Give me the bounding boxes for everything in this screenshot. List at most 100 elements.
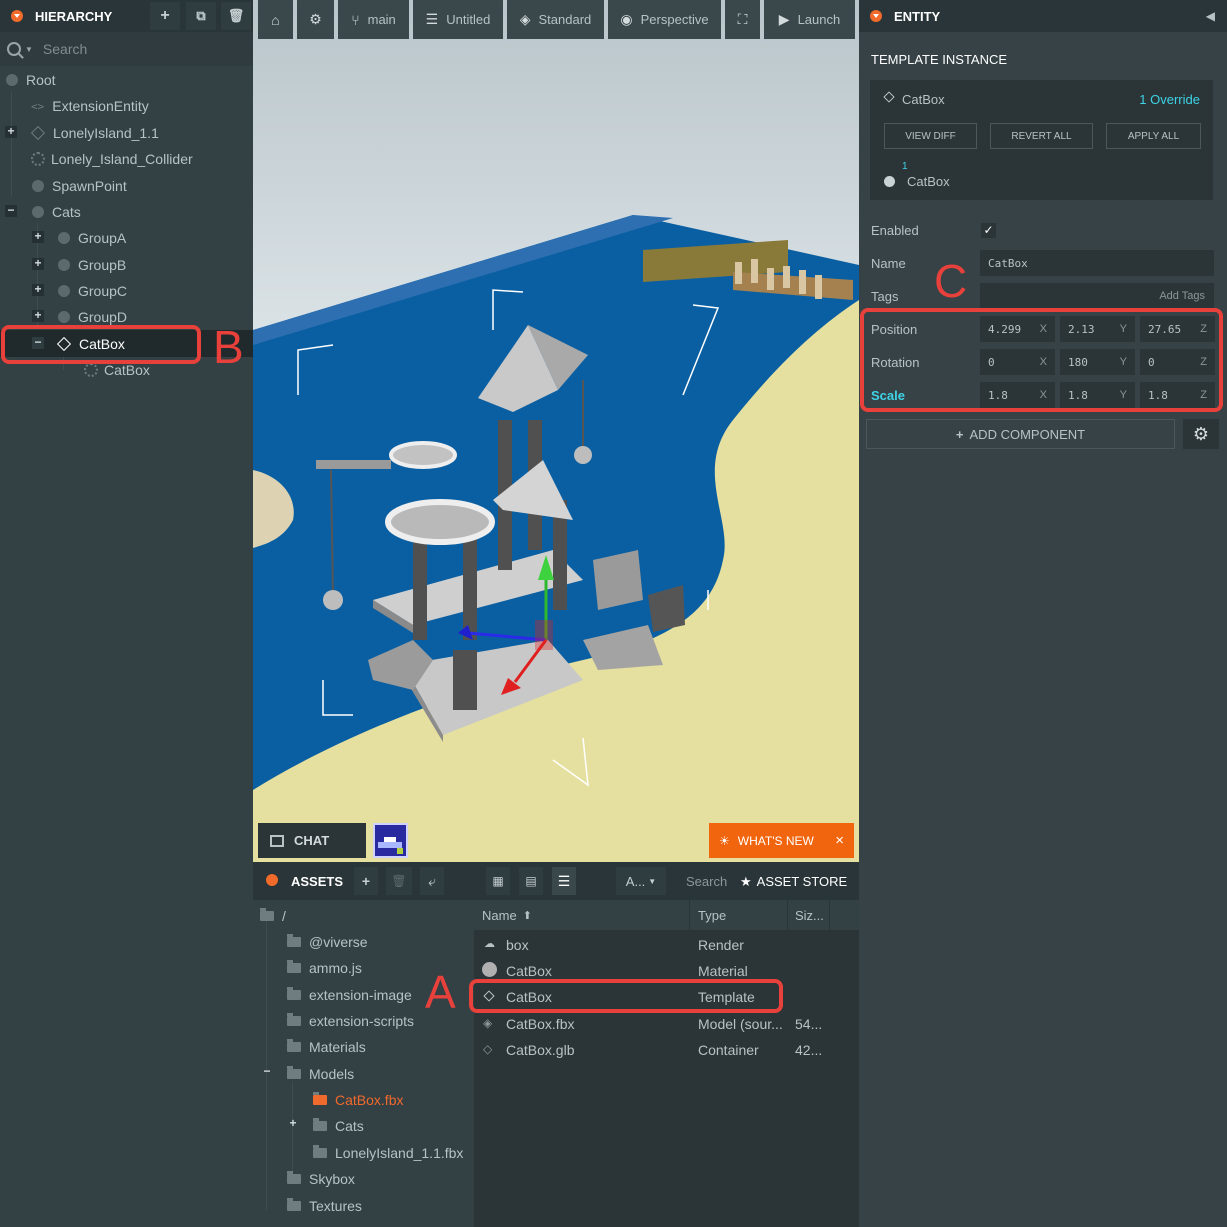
viewport[interactable]: ⌂ ⚙ ⑂ main ☰ Untitled ◈ Standard ◉ Perspecti… [253, 0, 859, 862]
folder-textures[interactable]: Textures [287, 1194, 362, 1218]
type-column-header[interactable]: Type [690, 900, 788, 930]
file-row[interactable]: ◈ CatBox.fbx Model (sour... 54... [474, 1011, 859, 1037]
assets-header: ASSETS + 🗑 ⤶ ▦ ▤ ☰ A... ▼ Search ★ ASSET S… [253, 862, 859, 900]
entity-panel: ENTITY ◀ TEMPLATE INSTANCE CatBox 1 Over… [859, 0, 1227, 1227]
annotation-box-c [860, 308, 1223, 412]
folder-lonelyisland-fbx[interactable]: LonelyIsland_1.1.fbx [313, 1141, 463, 1165]
tree-item-groupc[interactable]: GroupC [58, 278, 127, 304]
grid-large-icon[interactable]: ▦ [486, 867, 510, 895]
collapse-icon[interactable] [266, 874, 278, 886]
file-row[interactable]: ☁ box Render [474, 932, 859, 958]
view-diff-button[interactable]: VIEW DIFF [884, 123, 977, 149]
tags-field[interactable]: Add Tags [980, 283, 1214, 309]
scene-render[interactable] [253, 0, 859, 862]
delete-entity-button[interactable]: 🗑 [221, 2, 251, 30]
delete-asset-button[interactable]: 🗑 [386, 867, 412, 895]
enabled-label: Enabled [871, 223, 919, 238]
folder-tree: / @viverse ammo.js extension-image exten… [253, 900, 473, 1227]
asset-store-button[interactable]: ★ ASSET STORE [740, 874, 847, 890]
expand-icon[interactable]: + [32, 309, 44, 322]
tree-item-groupb[interactable]: GroupB [58, 252, 126, 278]
expand-icon[interactable]: + [32, 230, 44, 243]
fullscreen-button[interactable]: ⛶ [725, 0, 760, 39]
entity-icon [58, 311, 70, 323]
tree-item-lonelyisland[interactable]: LonelyIsland_1.1 [30, 120, 159, 146]
folder-up-button[interactable]: ⤶ [420, 867, 444, 895]
revert-all-button[interactable]: REVERT ALL [990, 123, 1093, 149]
folder-models[interactable]: Models [287, 1062, 354, 1086]
expand-icon[interactable]: + [287, 1117, 299, 1130]
close-icon[interactable]: × [835, 832, 844, 849]
folder-materials[interactable]: Materials [287, 1035, 366, 1059]
star-icon: ★ [740, 874, 752, 889]
entity-title: ENTITY [894, 8, 941, 24]
collapse-icon[interactable] [11, 10, 23, 22]
component-settings-button[interactable]: ⚙ [1183, 419, 1219, 449]
checkpoint-button[interactable]: ☰ Untitled [413, 0, 503, 39]
entity-icon [884, 176, 895, 187]
tree-item-groupa[interactable]: GroupA [58, 225, 126, 251]
render-icon: ☁ [484, 938, 495, 950]
override-item[interactable]: CatBox [907, 174, 950, 189]
enabled-checkbox[interactable]: ✓ [981, 223, 996, 238]
asset-filter-dropdown[interactable]: A... ▼ [616, 867, 666, 895]
expand-icon[interactable]: + [32, 257, 44, 270]
duplicate-entity-button[interactable]: ⧉ [186, 2, 216, 30]
tree-item-cats[interactable]: Cats [32, 199, 81, 225]
apply-all-button[interactable]: APPLY ALL [1106, 123, 1201, 149]
whats-new-button[interactable]: ☀ WHAT'S NEW × [709, 823, 854, 858]
collapse-panel-icon[interactable]: ◀ [1206, 9, 1215, 23]
tree-item-extension-entity[interactable]: <> ExtensionEntity [31, 93, 149, 119]
entity-icon [32, 206, 44, 218]
override-count-link[interactable]: 1 Override [1139, 92, 1200, 107]
settings-button[interactable]: ⚙ [297, 0, 334, 39]
camera-button[interactable]: ◉ Perspective [608, 0, 721, 39]
launch-button[interactable]: ▶ Launch [764, 0, 855, 39]
folder-root[interactable]: / [260, 904, 286, 928]
annotation-label-a: A [425, 966, 456, 1018]
name-field[interactable]: CatBox [980, 250, 1214, 276]
chevron-down-icon[interactable]: ▼ [25, 45, 33, 54]
avatar-icon [378, 837, 403, 854]
name-label: Name [871, 256, 906, 271]
name-column-header[interactable]: Name ⬆ [474, 900, 690, 930]
branch-icon: ⑂ [351, 11, 360, 28]
add-entity-button[interactable]: + [150, 2, 180, 30]
hierarchy-panel: HIERARCHY + ⧉ 🗑 ▼ Search Root <> Extensio… [0, 0, 253, 1227]
template-instance-box: CatBox 1 Override VIEW DIFF REVERT ALL A… [870, 80, 1213, 200]
expand-icon[interactable]: + [32, 283, 44, 296]
assets-panel: ASSETS + 🗑 ⤶ ▦ ▤ ☰ A... ▼ Search ★ ASSET S… [253, 862, 859, 1227]
template-name: CatBox [902, 92, 945, 107]
expand-icon[interactable]: + [5, 125, 17, 138]
folder-skybox[interactable]: Skybox [287, 1167, 355, 1191]
list-view-icon[interactable]: ☰ [552, 867, 576, 895]
branch-button[interactable]: ⑂ main [338, 0, 409, 39]
hierarchy-search[interactable]: ▼ Search [0, 32, 253, 66]
tree-item-root[interactable]: Root [6, 67, 56, 93]
collapse-tree-icon[interactable]: − [261, 1065, 273, 1078]
add-asset-button[interactable]: + [354, 867, 378, 895]
hierarchy-title: HIERARCHY [35, 8, 113, 24]
tree-item-collider[interactable]: Lonely_Island_Collider [31, 146, 193, 172]
folder-ammo[interactable]: ammo.js [287, 956, 362, 980]
collapse-tree-icon[interactable]: − [5, 204, 17, 217]
folder-icon [313, 1145, 327, 1158]
add-component-button[interactable]: + ADD COMPONENT [866, 419, 1175, 449]
folder-cats[interactable]: Cats [313, 1114, 364, 1138]
size-column-header[interactable]: Siz... [788, 900, 830, 930]
folder-extension-image[interactable]: extension-image [287, 983, 412, 1007]
chat-button[interactable]: CHAT [258, 823, 366, 858]
file-row[interactable]: ◇ CatBox.glb Container 42... [474, 1037, 859, 1063]
tree-item-spawnpoint[interactable]: SpawnPoint [32, 173, 127, 199]
folder-extension-scripts[interactable]: extension-scripts [287, 1009, 414, 1033]
render-mode-button[interactable]: ◈ Standard [507, 0, 604, 39]
home-button[interactable]: ⌂ [258, 0, 293, 39]
material-icon [482, 962, 497, 977]
asset-search-input[interactable]: Search [686, 874, 727, 889]
folder-viverse[interactable]: @viverse [287, 930, 368, 954]
avatar-button[interactable] [373, 823, 408, 858]
search-input[interactable]: Search [43, 41, 87, 57]
collapse-icon[interactable] [870, 10, 882, 22]
grid-small-icon[interactable]: ▤ [519, 867, 543, 895]
folder-catbox-fbx[interactable]: CatBox.fbx [313, 1088, 403, 1112]
